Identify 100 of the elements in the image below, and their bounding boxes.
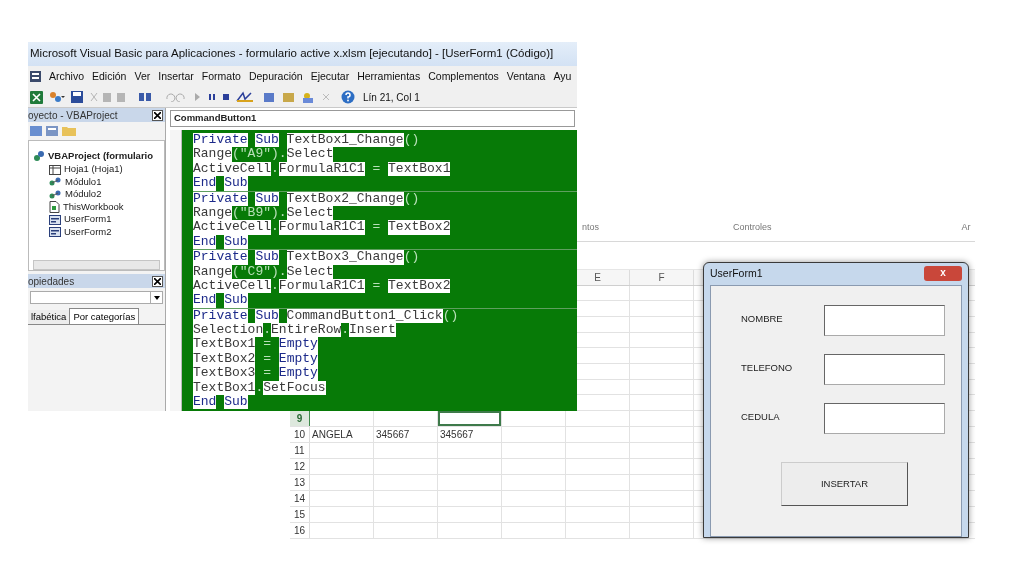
module-icon bbox=[49, 177, 62, 187]
menu-item[interactable]: Edición bbox=[92, 68, 127, 85]
menu-item[interactable]: Insertar bbox=[158, 68, 194, 85]
code-token: Sub bbox=[255, 133, 279, 148]
table-cell-text: ANGELA bbox=[311, 428, 354, 442]
code-token: EntireRow bbox=[271, 323, 342, 338]
window-title: Microsoft Visual Basic para Aplicaciones - formulario active x.xlsm [ejecutando] - [UserForm1 (Código)] bbox=[29, 46, 554, 62]
save-icon[interactable] bbox=[71, 91, 83, 103]
code-token: . bbox=[271, 278, 279, 294]
code-token: Sub bbox=[224, 293, 248, 308]
close-button[interactable]: x bbox=[924, 265, 962, 281]
code-token: () bbox=[403, 250, 420, 265]
object-combo[interactable]: CommandButton1 bbox=[170, 110, 575, 127]
code-token: = bbox=[371, 278, 382, 294]
row-header[interactable]: 15 bbox=[290, 507, 310, 522]
menu-item[interactable]: Herramientas bbox=[357, 68, 421, 85]
code-token: . bbox=[255, 380, 264, 396]
code-token: Empty bbox=[278, 337, 318, 352]
menu-item[interactable]: Complementos bbox=[428, 68, 499, 85]
ribbon-group-label: ntos bbox=[582, 221, 599, 235]
workbook-icon bbox=[49, 201, 60, 213]
sheet-icon bbox=[49, 164, 61, 175]
tree-item[interactable]: Módulo1 bbox=[65, 174, 102, 190]
row-header[interactable]: 16 bbox=[290, 523, 310, 538]
properties-tab[interactable]: Por categorías bbox=[69, 308, 140, 325]
code-editor[interactable] bbox=[182, 130, 577, 411]
text-field[interactable] bbox=[824, 305, 945, 336]
ribbon-group-label: Ar bbox=[961, 221, 971, 235]
text-field[interactable] bbox=[824, 354, 945, 385]
tree-item[interactable]: ThisWorkbook bbox=[63, 199, 124, 215]
code-token: = bbox=[262, 366, 273, 381]
menu-item[interactable]: Ver bbox=[134, 68, 151, 85]
tree-item[interactable]: UserForm2 bbox=[64, 224, 112, 240]
table-cell-text: 345667 bbox=[375, 428, 411, 442]
insert-icon[interactable] bbox=[49, 90, 65, 104]
code-token: TextBox1 bbox=[193, 337, 256, 352]
scrollbar[interactable] bbox=[33, 260, 160, 271]
field-label: CEDULA bbox=[741, 410, 780, 424]
form-icon bbox=[49, 227, 61, 237]
code-token: Sub bbox=[255, 250, 279, 265]
view-object-icon[interactable] bbox=[46, 126, 58, 136]
row-header[interactable]: 10 bbox=[290, 427, 310, 442]
tree-item[interactable]: UserForm1 bbox=[64, 212, 112, 227]
project-icon bbox=[33, 150, 45, 162]
code-token: SetFocus bbox=[263, 380, 326, 396]
code-token: TextBox1_Change bbox=[286, 133, 404, 148]
menu-item[interactable]: Depuración bbox=[248, 68, 303, 85]
menu-item[interactable]: Ayu bbox=[553, 68, 572, 85]
row-header[interactable]: 14 bbox=[290, 491, 310, 506]
help-icon[interactable] bbox=[341, 90, 355, 104]
close-icon[interactable] bbox=[152, 275, 163, 287]
code-token: Private bbox=[193, 191, 248, 206]
column-header[interactable]: E bbox=[594, 269, 601, 285]
code-token: . bbox=[271, 220, 279, 235]
code-token: Private bbox=[193, 308, 248, 324]
code-token: FormulaR1C1 bbox=[278, 278, 365, 294]
panel-title: opiedades bbox=[28, 274, 75, 289]
column-header[interactable]: F bbox=[658, 269, 665, 285]
close-icon[interactable] bbox=[152, 109, 163, 121]
row-header[interactable]: 11 bbox=[290, 443, 310, 458]
row-header[interactable]: 9 bbox=[290, 411, 310, 426]
menu-item[interactable]: Formato bbox=[201, 68, 241, 85]
code-token: Select bbox=[286, 147, 334, 162]
text-field[interactable] bbox=[824, 403, 945, 434]
code-token: () bbox=[403, 191, 420, 206]
row-header[interactable]: 12 bbox=[290, 459, 310, 474]
field-label: TELEFONO bbox=[741, 361, 793, 375]
code-token: Range bbox=[193, 147, 232, 162]
code-token: ("A9"). bbox=[232, 147, 287, 162]
cursor-position: Lín 21, Col 1 bbox=[363, 90, 420, 105]
code-token: FormulaR1C1 bbox=[278, 220, 365, 235]
menu-item[interactable]: Ventana bbox=[506, 68, 546, 85]
tree-item[interactable]: Módulo2 bbox=[65, 187, 102, 202]
undo-redo-drawing bbox=[165, 92, 187, 102]
code-token: End bbox=[193, 395, 217, 410]
table-cell-text: 345667 bbox=[439, 428, 475, 442]
code-token: Sub bbox=[224, 176, 248, 191]
insert-button[interactable]: INSERTAR bbox=[781, 462, 908, 506]
properties-tab[interactable]: lfabética bbox=[28, 310, 70, 325]
excel-icon[interactable] bbox=[30, 90, 43, 104]
tree-item[interactable]: VBAProject (formulario bbox=[48, 149, 154, 164]
active-cell[interactable] bbox=[438, 411, 501, 426]
code-token: TextBox1 bbox=[388, 161, 451, 177]
caret-icon bbox=[153, 295, 160, 300]
code-token: ("C9"). bbox=[232, 264, 287, 279]
code-token: () bbox=[403, 133, 420, 148]
tree-item[interactable]: Hoja1 (Hoja1) bbox=[64, 162, 123, 177]
code-token: ActiveCell bbox=[193, 161, 271, 177]
app-menu-icon[interactable] bbox=[30, 71, 41, 82]
code-token: Private bbox=[193, 133, 248, 148]
row-header[interactable]: 13 bbox=[290, 475, 310, 490]
menu-item[interactable]: Archivo bbox=[49, 68, 84, 85]
menu-item[interactable]: Ejecutar bbox=[310, 68, 350, 85]
ribbon-group-label: Controles bbox=[733, 221, 772, 235]
code-token: TextBox2 bbox=[388, 278, 451, 294]
code-token: ("B9"). bbox=[232, 205, 287, 221]
field-label: NOMBRE bbox=[741, 312, 783, 326]
code-token: TextBox3 bbox=[193, 366, 256, 381]
code-token: ActiveCell bbox=[193, 278, 271, 294]
code-token: End bbox=[193, 293, 217, 308]
